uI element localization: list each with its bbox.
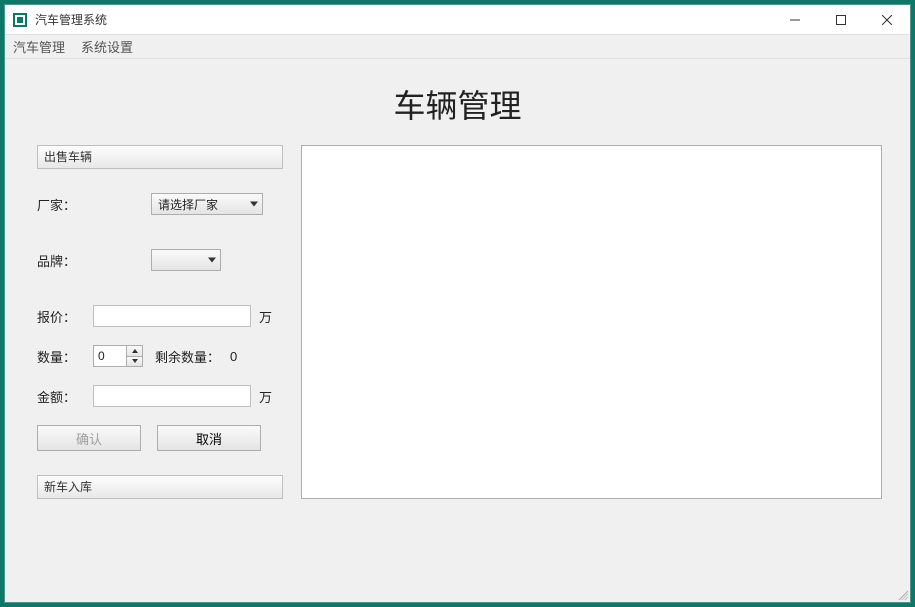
- section-sell-header[interactable]: 出售车辆: [37, 145, 283, 169]
- price-unit: 万: [259, 307, 272, 326]
- window-controls: [772, 5, 910, 34]
- close-button[interactable]: [864, 5, 910, 34]
- chevron-down-icon: [132, 359, 138, 363]
- row-quantity: 数量： 0 剩余数量： 0: [37, 345, 283, 367]
- menu-system-settings[interactable]: 系统设置: [81, 37, 133, 56]
- confirm-button[interactable]: 确认: [37, 425, 141, 451]
- sell-form: 厂家： 请选择厂家 品牌： 报价：: [37, 169, 283, 475]
- quantity-down-button[interactable]: [127, 357, 142, 367]
- amount-unit: 万: [259, 387, 272, 406]
- close-icon: [882, 15, 892, 25]
- amount-input[interactable]: [93, 385, 251, 407]
- app-window: 汽车管理系统 汽车管理 系统设置 车辆管理 出售车辆 厂家：: [4, 4, 911, 603]
- detail-panel[interactable]: [301, 145, 882, 499]
- quantity-label: 数量：: [37, 347, 93, 366]
- minimize-button[interactable]: [772, 5, 818, 34]
- chevron-down-icon: [250, 202, 258, 207]
- manufacturer-label: 厂家：: [37, 195, 93, 214]
- quantity-stepper[interactable]: 0: [93, 345, 143, 367]
- maximize-button[interactable]: [818, 5, 864, 34]
- brand-select[interactable]: [151, 249, 221, 271]
- spinner-buttons: [126, 346, 142, 366]
- row-brand: 品牌：: [37, 249, 283, 271]
- manufacturer-selected-value: 请选择厂家: [158, 196, 218, 213]
- brand-label: 品牌：: [37, 251, 93, 270]
- price-input[interactable]: [93, 305, 251, 327]
- resize-grip[interactable]: [896, 588, 908, 600]
- titlebar: 汽车管理系统: [5, 5, 910, 35]
- left-column: 出售车辆 厂家： 请选择厂家 品牌：: [37, 145, 283, 499]
- button-row: 确认 取消: [37, 425, 283, 451]
- amount-label: 金额：: [37, 387, 93, 406]
- section-newcar-header[interactable]: 新车入库: [37, 475, 283, 499]
- maximize-icon: [836, 15, 846, 25]
- minimize-icon: [790, 15, 800, 25]
- content-area: 车辆管理 出售车辆 厂家： 请选择厂家 品牌：: [5, 59, 910, 602]
- cancel-button[interactable]: 取消: [157, 425, 261, 451]
- row-price: 报价： 万: [37, 305, 283, 327]
- quantity-value: 0: [98, 349, 105, 363]
- chevron-down-icon: [208, 258, 216, 263]
- row-amount: 金额： 万: [37, 385, 283, 407]
- app-icon: [13, 13, 27, 27]
- chevron-up-icon: [132, 349, 138, 353]
- manufacturer-select[interactable]: 请选择厂家: [151, 193, 263, 215]
- menubar: 汽车管理 系统设置: [5, 35, 910, 59]
- quantity-up-button[interactable]: [127, 346, 142, 357]
- menu-car-management[interactable]: 汽车管理: [13, 37, 65, 56]
- body-row: 出售车辆 厂家： 请选择厂家 品牌：: [5, 145, 910, 521]
- page-title: 车辆管理: [5, 81, 910, 127]
- remaining-value: 0: [230, 349, 237, 364]
- price-label: 报价：: [37, 307, 93, 326]
- row-manufacturer: 厂家： 请选择厂家: [37, 193, 283, 215]
- window-title: 汽车管理系统: [35, 11, 772, 28]
- remaining-label: 剩余数量：: [155, 347, 220, 366]
